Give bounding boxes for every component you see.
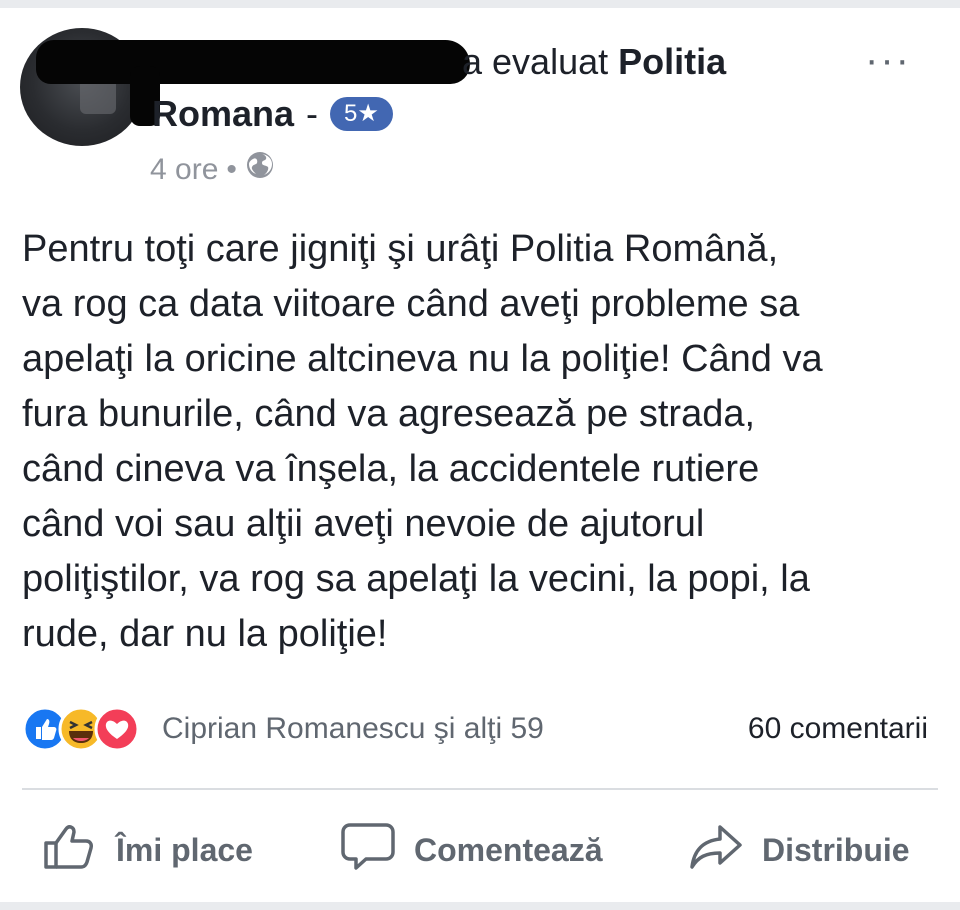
- share-arrow-icon: [688, 821, 744, 879]
- page-name-link[interactable]: Romana: [152, 92, 294, 136]
- title-separator: -: [306, 93, 319, 134]
- comments-count-link[interactable]: 60 comentarii: [748, 706, 928, 752]
- like-label: Îmi place: [116, 831, 253, 868]
- action-bar: Îmi place Comentează Distribuie: [0, 810, 960, 890]
- post-text-line: apelaţi la oricine altcineva nu la poliţ…: [22, 338, 823, 380]
- comment-label: Comentează: [414, 831, 603, 868]
- divider: [22, 788, 938, 790]
- header-title-continued: Romana - 5★: [152, 92, 393, 136]
- redaction-mark: [36, 40, 470, 84]
- more-options-button[interactable]: ···: [860, 40, 916, 80]
- post-text-line: va rog ca data viitoare când aveţi probl…: [22, 283, 800, 325]
- share-label: Distribuie: [762, 831, 910, 868]
- post-text-line: poliţiştilor, va rog sa apelaţi la vecin…: [22, 558, 810, 600]
- reactions-summary[interactable]: Ciprian Romanescu şi alţi 59: [162, 706, 544, 752]
- header-title: a evaluat Politia: [462, 40, 726, 84]
- post-text: Pentru toţi care jigniţi şi urâţi Politi…: [22, 222, 942, 662]
- share-button[interactable]: Distribuie: [688, 810, 910, 890]
- speech-bubble-icon: [340, 821, 396, 879]
- post-text-line: Pentru toţi care jigniţi şi urâţi Politi…: [22, 228, 779, 270]
- globe-icon[interactable]: [245, 150, 275, 191]
- review-verb: a evaluat: [462, 41, 609, 82]
- meta-dot: •: [226, 153, 237, 186]
- review-post: a evaluat Politia Romana - 5★ 4 ore • ··…: [0, 0, 960, 910]
- thumbs-up-icon: [42, 821, 98, 879]
- post-text-line: când cineva va înşela, la accidentele ru…: [22, 448, 760, 490]
- reactions-bar: Ciprian Romanescu şi alţi 59 60 comentar…: [22, 706, 938, 752]
- post-meta: 4 ore •: [150, 150, 275, 190]
- page-name-link[interactable]: Politia: [618, 41, 726, 82]
- post-text-line: rude, dar nu la poliţie!: [22, 613, 388, 655]
- rating-badge: 5★: [330, 97, 393, 131]
- post-text-line: când voi sau alţii aveţi nevoie de ajuto…: [22, 503, 705, 545]
- post-text-line: fura bunurile, când va agresează pe stra…: [22, 393, 756, 435]
- love-reaction-icon[interactable]: [94, 706, 140, 752]
- reaction-icons[interactable]: [22, 706, 152, 752]
- top-separator: [0, 0, 960, 8]
- timestamp[interactable]: 4 ore: [150, 150, 218, 190]
- bottom-separator: [0, 902, 960, 910]
- like-button[interactable]: Îmi place: [42, 810, 253, 890]
- comment-button[interactable]: Comentează: [340, 810, 603, 890]
